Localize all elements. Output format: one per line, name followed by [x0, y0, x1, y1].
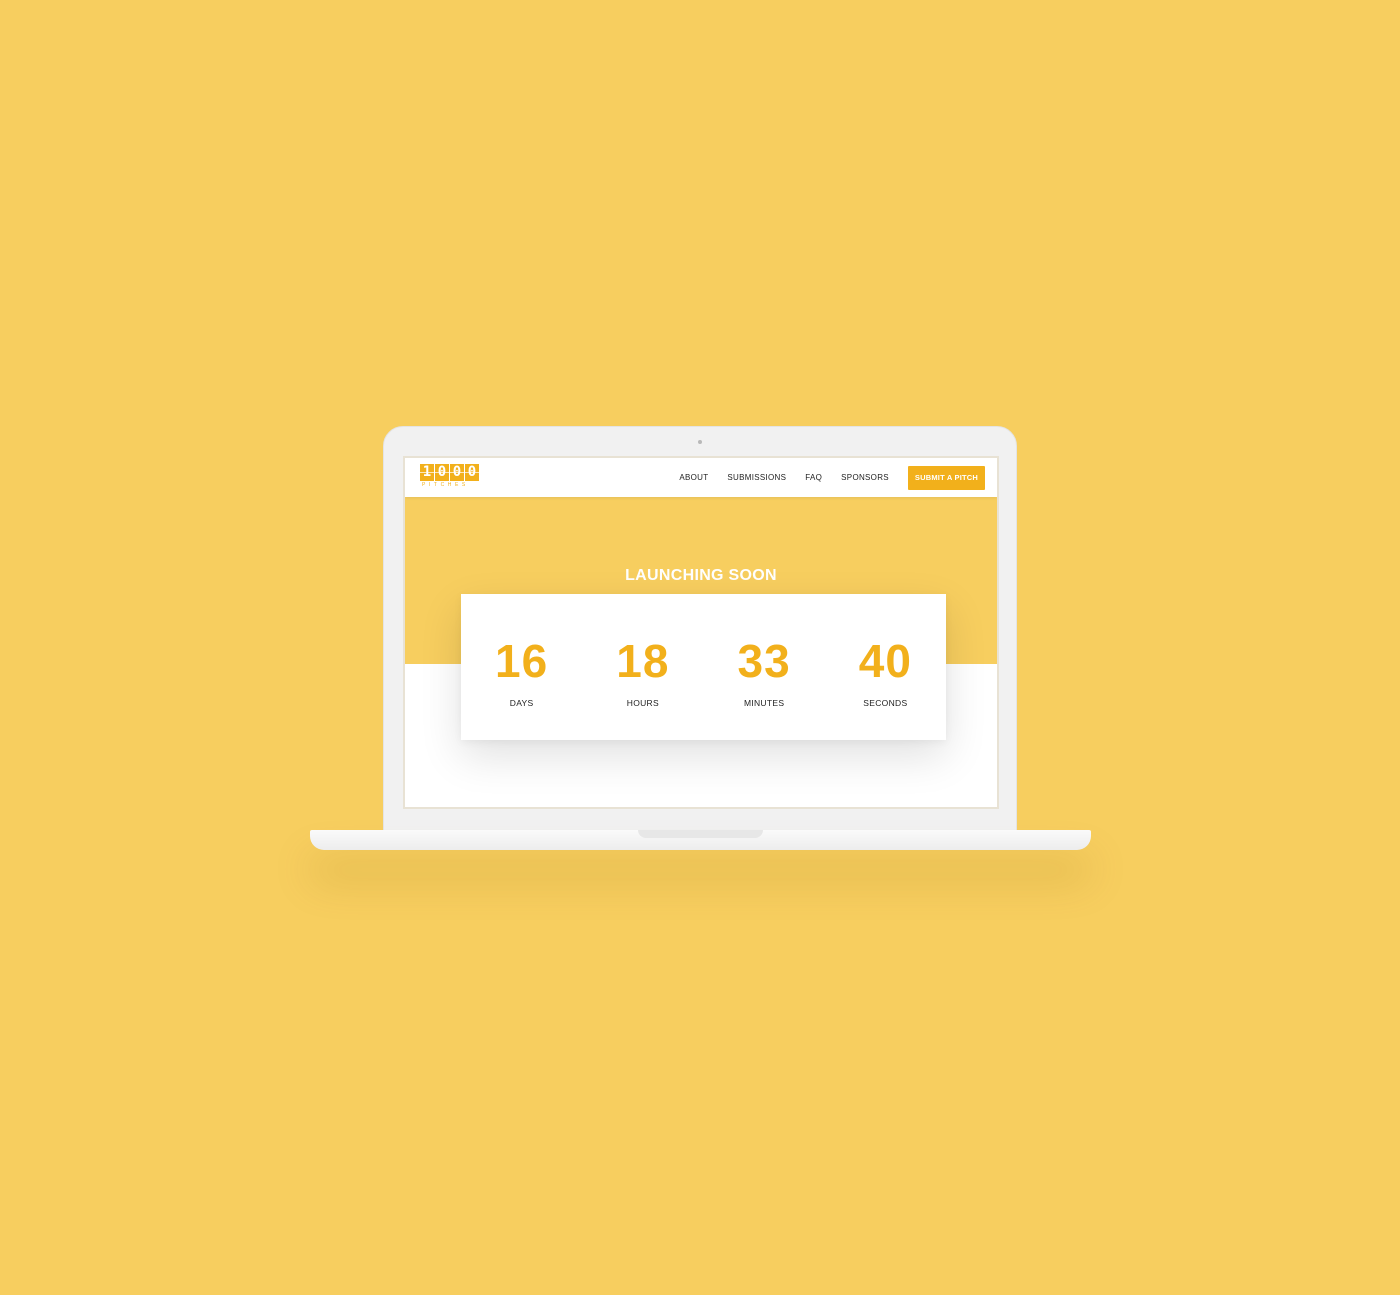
countdown-hours-value: 18	[616, 635, 670, 687]
logo-digit: 1	[420, 464, 434, 481]
submit-pitch-button[interactable]: SUBMIT A PITCH	[907, 465, 985, 490]
logo-subtitle: PITCHES	[422, 482, 469, 488]
countdown-minutes: 33 MINUTES	[704, 594, 825, 740]
site-navbar: 1 0 0 0 PITCHES ABOUT SUBMISSIONS FAQ SP…	[405, 458, 997, 497]
countdown-days-label: DAYS	[509, 698, 534, 708]
logo-digit: 0	[450, 464, 464, 481]
countdown-hours-label: HOURS	[626, 698, 659, 708]
hero-title: LAUNCHING SOON	[625, 567, 777, 584]
nav-links: ABOUT SUBMISSIONS FAQ SPONSORS SUBMIT A …	[660, 458, 985, 497]
laptop-base	[310, 830, 1091, 850]
camera-icon	[698, 440, 702, 444]
countdown-hours: 18 HOURS	[582, 594, 703, 740]
countdown-seconds: 40 SECONDS	[825, 594, 946, 740]
logo-digits: 1 0 0 0	[420, 464, 480, 481]
logo-digit: 0	[435, 464, 449, 481]
countdown-minutes-label: MINUTES	[743, 698, 785, 708]
nav-link-sponsors[interactable]: SPONSORS	[841, 473, 889, 482]
laptop-screen: 1 0 0 0 PITCHES ABOUT SUBMISSIONS FAQ SP…	[403, 456, 999, 809]
countdown-seconds-label: SECONDS	[863, 698, 908, 708]
countdown-days-value: 16	[495, 635, 549, 687]
logo-digit: 0	[465, 464, 479, 481]
countdown-days: 16 DAYS	[461, 594, 582, 740]
countdown-card: 16 DAYS 18 HOURS 33 MINUTES 40 SECONDS	[461, 594, 946, 740]
nav-link-faq[interactable]: FAQ	[805, 473, 822, 482]
countdown-seconds-value: 40	[858, 635, 912, 687]
laptop-notch	[638, 830, 763, 838]
countdown-minutes-value: 33	[737, 635, 791, 687]
laptop-lid: 1 0 0 0 PITCHES ABOUT SUBMISSIONS FAQ SP…	[383, 426, 1017, 836]
site-logo[interactable]: 1 0 0 0 PITCHES	[420, 464, 480, 492]
nav-link-about[interactable]: ABOUT	[679, 473, 708, 482]
nav-link-submissions[interactable]: SUBMISSIONS	[727, 473, 786, 482]
